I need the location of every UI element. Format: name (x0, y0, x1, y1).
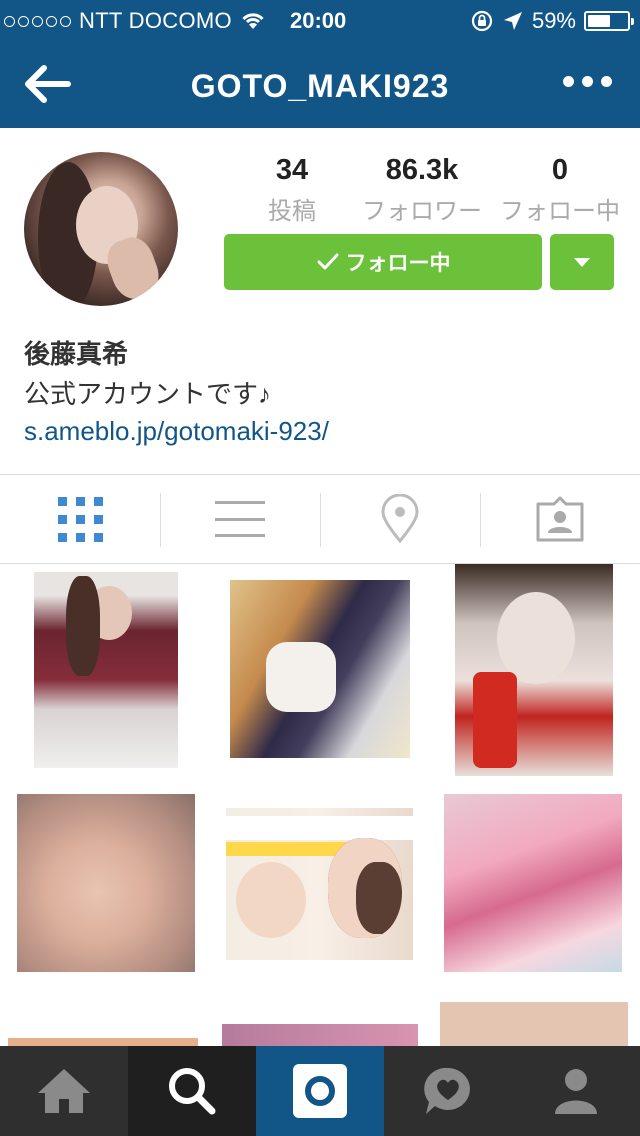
page-title: GOTO_MAKI923 (190, 68, 450, 104)
tab-camera[interactable] (256, 1046, 384, 1136)
search-icon (169, 1068, 216, 1115)
suggestions-dropdown-button[interactable] (550, 234, 614, 290)
photo-thumbnail[interactable] (440, 1002, 628, 1046)
photo-thumbnail[interactable] (34, 572, 178, 768)
following-button[interactable]: フォロー中 (224, 234, 542, 290)
avatar[interactable] (24, 152, 178, 306)
tab-tagged-photos[interactable] (480, 475, 640, 563)
home-icon (38, 1069, 90, 1113)
profile-icon (555, 1069, 597, 1114)
location-pin-icon (381, 494, 419, 544)
checkmark-icon (317, 253, 338, 270)
tab-explore[interactable] (128, 1046, 256, 1136)
tab-activity[interactable] (384, 1046, 512, 1136)
photo-thumbnail[interactable] (8, 1038, 198, 1046)
posts-label: 投稿 (268, 198, 316, 225)
followers-count: 86.3k (385, 154, 459, 186)
battery-icon (584, 11, 634, 31)
location-arrow-icon (503, 12, 522, 30)
signal-strength-icon (4, 15, 71, 27)
bio-text: 公式アカウントです♪ (24, 379, 272, 409)
bottom-tab-bar (0, 1046, 640, 1136)
following-label: フォロー中 (500, 198, 620, 225)
photo-thumbnail[interactable] (455, 564, 613, 776)
followers-label: フォロワー (362, 198, 482, 225)
status-bar: NTT DOCOMO 20:00 59% (0, 0, 640, 40)
tab-list-view[interactable] (160, 475, 320, 563)
tab-profile[interactable] (512, 1046, 640, 1136)
nav-bar: GOTO_MAKI923 (0, 40, 640, 128)
posts-count: 34 (275, 154, 309, 186)
following-count: 0 (551, 154, 569, 186)
list-icon (215, 501, 265, 537)
posts-stat: 34 投稿 (256, 154, 328, 226)
carrier-name: NTT DOCOMO (79, 8, 232, 33)
photo-thumbnail[interactable] (17, 794, 195, 972)
photo-thumbnail[interactable] (226, 808, 413, 960)
grid-icon (57, 496, 103, 542)
photo-thumbnail[interactable] (230, 580, 410, 758)
following-button-label: フォロー中 (345, 252, 451, 275)
photo-thumbnail[interactable] (444, 794, 622, 972)
profile-stats: 34 投稿 86.3k フォロワー 0 フォロー中 (256, 154, 620, 226)
activity-heart-icon (424, 1067, 470, 1114)
clock: 20:00 (290, 8, 347, 33)
website-link[interactable]: s.ameblo.jp/gotomaki-923/ (24, 416, 329, 447)
battery-percent: 59% (531, 8, 576, 33)
profile-header: 34 投稿 86.3k フォロワー 0 フォロー中 フォロー中 後藤真希 公式ア… (0, 128, 640, 474)
photo-thumbnail[interactable] (222, 1024, 418, 1046)
camera-icon (293, 1064, 347, 1118)
wifi-icon (242, 13, 264, 29)
tab-home[interactable] (0, 1046, 128, 1136)
more-dots-icon[interactable] (563, 76, 612, 87)
following-stat[interactable]: 0 フォロー中 (500, 154, 620, 226)
rotation-lock-icon (471, 10, 493, 32)
full-name: 後藤真希 (24, 339, 129, 369)
tab-photo-map[interactable] (320, 475, 480, 563)
tagged-person-icon (536, 496, 584, 542)
tab-grid-view[interactable] (0, 475, 160, 563)
photo-grid (0, 564, 640, 1046)
profile-view-tabs (0, 474, 640, 564)
followers-stat[interactable]: 86.3k フォロワー (352, 154, 492, 226)
